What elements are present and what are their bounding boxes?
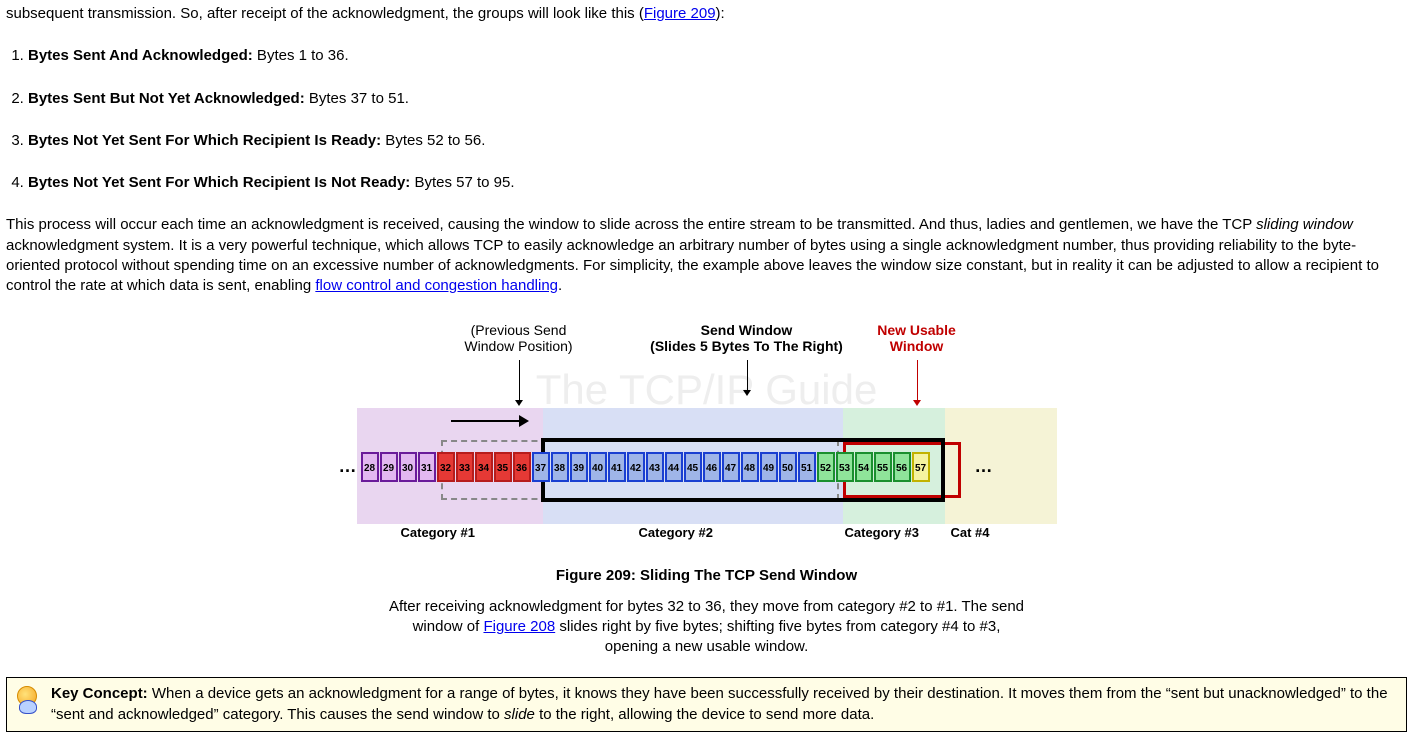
ellipsis-right: … xyxy=(975,454,993,478)
byte-cell: 45 xyxy=(684,452,702,482)
byte-cell: 37 xyxy=(532,452,550,482)
arrow-down-icon xyxy=(519,360,520,402)
byte-cell: 33 xyxy=(456,452,474,482)
group-label: Bytes Not Yet Sent For Which Recipient I… xyxy=(28,132,381,149)
group-value: Bytes 52 to 56. xyxy=(381,132,485,149)
list-item: Bytes Sent But Not Yet Acknowledged: Byt… xyxy=(28,89,1407,109)
ann-text: Window xyxy=(890,338,944,354)
byte-cell: 43 xyxy=(646,452,664,482)
byte-cell: 49 xyxy=(760,452,778,482)
byte-cell: 53 xyxy=(836,452,854,482)
list-item: Bytes Not Yet Sent For Which Recipient I… xyxy=(28,173,1407,193)
annotation-send-window: Send Window (Slides 5 Bytes To The Right… xyxy=(637,322,857,354)
para-b: acknowledgment system. It is a very powe… xyxy=(6,237,1379,295)
category-2-label: Category #2 xyxy=(639,524,713,542)
byte-cell: 44 xyxy=(665,452,683,482)
group-label: Bytes Sent But Not Yet Acknowledged: xyxy=(28,90,305,107)
para-italic: sliding window xyxy=(1256,216,1353,233)
intro-fragment: subsequent transmission. So, after recei… xyxy=(6,4,1407,24)
byte-cell: 47 xyxy=(722,452,740,482)
flow-control-link[interactable]: flow control and congestion handling xyxy=(315,277,558,294)
annotation-usable-window: New Usable Window xyxy=(862,322,972,354)
intro-pre: subsequent transmission. So, after recei… xyxy=(6,5,644,22)
slide-right-arrow-icon xyxy=(451,420,527,422)
figure-description: After receiving acknowledgment for bytes… xyxy=(387,597,1027,658)
byte-cell: 57 xyxy=(912,452,930,482)
figure-caption: Figure 209: Sliding The TCP Send Window xyxy=(357,566,1057,586)
byte-stream-diagram: … … 282930313233343536373839404142434445… xyxy=(357,408,1057,524)
arrow-head-icon xyxy=(913,400,921,406)
byte-cell: 48 xyxy=(741,452,759,482)
para-a: This process will occur each time an ack… xyxy=(6,216,1256,233)
byte-row: 2829303132333435363738394041424344454647… xyxy=(361,452,931,482)
intro-post: ): xyxy=(716,5,725,22)
byte-cell: 46 xyxy=(703,452,721,482)
byte-cell: 31 xyxy=(418,452,436,482)
ann-text: (Slides 5 Bytes To The Right) xyxy=(650,338,843,354)
ann-text: New Usable xyxy=(877,322,956,338)
list-item: Bytes Not Yet Sent For Which Recipient I… xyxy=(28,131,1407,151)
byte-cell: 42 xyxy=(627,452,645,482)
byte-cell: 35 xyxy=(494,452,512,482)
ellipsis-left: … xyxy=(339,454,357,478)
byte-cell: 56 xyxy=(893,452,911,482)
group-value: Bytes 1 to 36. xyxy=(253,47,349,64)
figure-208-link[interactable]: Figure 208 xyxy=(483,618,555,635)
key-concept-text-b: to the right, allowing the device to sen… xyxy=(535,706,874,723)
intro-link[interactable]: Figure 209 xyxy=(644,5,716,22)
byte-cell: 38 xyxy=(551,452,569,482)
list-item: Bytes Sent And Acknowledged: Bytes 1 to … xyxy=(28,46,1407,66)
category-3-label: Category #3 xyxy=(845,524,919,542)
byte-cell: 41 xyxy=(608,452,626,482)
key-concept-box: Key Concept: When a device gets an ackno… xyxy=(6,677,1407,732)
group-value: Bytes 57 to 95. xyxy=(410,174,514,191)
category-4-label: Cat #4 xyxy=(951,524,990,542)
byte-cell: 54 xyxy=(855,452,873,482)
byte-cell: 51 xyxy=(798,452,816,482)
para-c: . xyxy=(558,277,562,294)
annotation-previous-window: (Previous Send Window Position) xyxy=(439,322,599,354)
byte-cell: 34 xyxy=(475,452,493,482)
group-label: Bytes Not Yet Sent For Which Recipient I… xyxy=(28,174,410,191)
arrow-head-icon xyxy=(743,390,751,396)
key-concept-label: Key Concept: xyxy=(51,685,148,702)
byte-cell: 40 xyxy=(589,452,607,482)
ann-text: Window Position) xyxy=(464,338,572,354)
byte-cell: 29 xyxy=(380,452,398,482)
byte-cell: 52 xyxy=(817,452,835,482)
byte-cell: 36 xyxy=(513,452,531,482)
arrow-head-icon xyxy=(515,400,523,406)
category-4-bg xyxy=(945,408,1057,524)
arrow-down-icon xyxy=(747,360,748,392)
explanation-paragraph: This process will occur each time an ack… xyxy=(6,215,1407,296)
byte-cell: 30 xyxy=(399,452,417,482)
byte-cell: 28 xyxy=(361,452,379,482)
byte-cell: 50 xyxy=(779,452,797,482)
category-1-label: Category #1 xyxy=(401,524,475,542)
ann-text: (Previous Send xyxy=(471,322,567,338)
category-labels: Category #1 Category #2 Category #3 Cat … xyxy=(357,524,1057,546)
byte-cell: 55 xyxy=(874,452,892,482)
fig-desc-b: slides right by five bytes; shifting fiv… xyxy=(555,618,1000,655)
group-label: Bytes Sent And Acknowledged: xyxy=(28,47,253,64)
key-concept-italic: slide xyxy=(504,706,535,723)
lightbulb-icon xyxy=(13,684,41,712)
byte-cell: 39 xyxy=(570,452,588,482)
ann-text: Send Window xyxy=(701,322,793,338)
figure-209: The TCP/IP Guide (Previous Send Window P… xyxy=(357,322,1057,657)
group-value: Bytes 37 to 51. xyxy=(305,90,409,107)
figure-annotations: (Previous Send Window Position) Send Win… xyxy=(357,322,1057,408)
arrow-down-icon xyxy=(917,360,918,402)
byte-cell: 32 xyxy=(437,452,455,482)
byte-groups-list: Bytes Sent And Acknowledged: Bytes 1 to … xyxy=(28,46,1407,193)
